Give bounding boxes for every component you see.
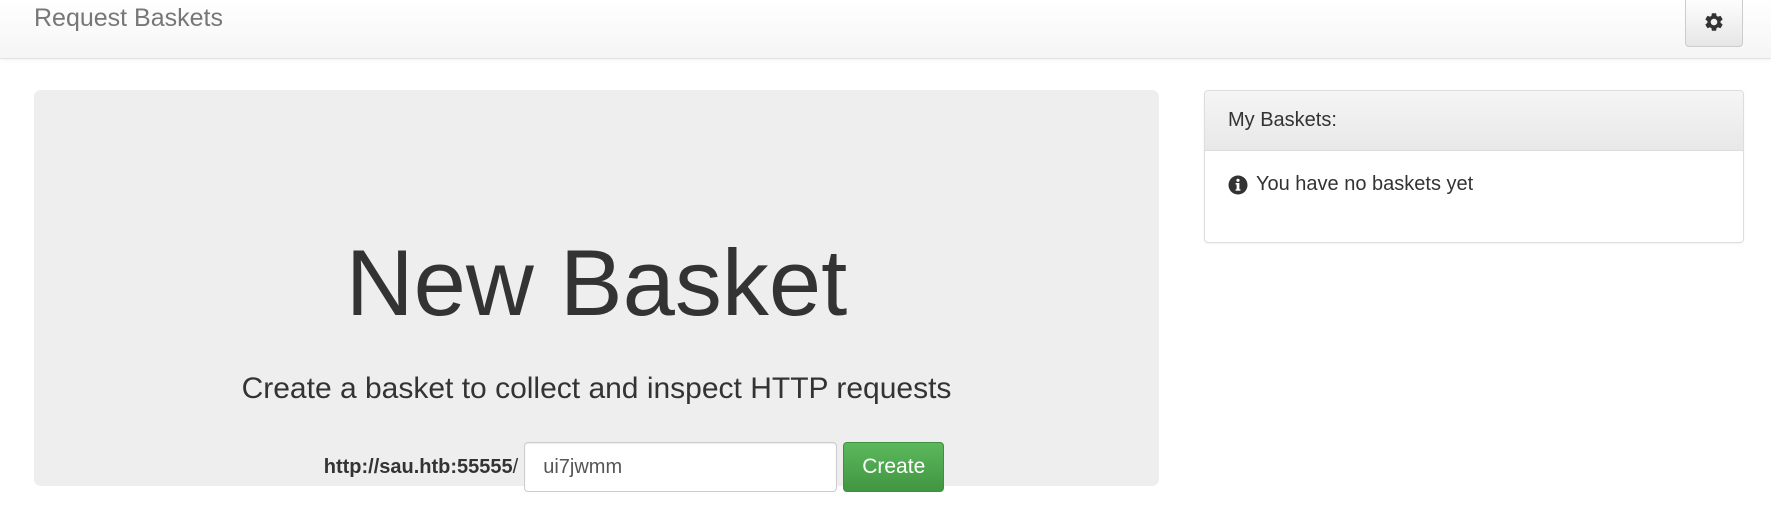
basket-url-prefix: http://sau.htb:55555/	[324, 456, 518, 479]
my-baskets-body: You have no baskets yet	[1205, 151, 1743, 218]
basket-name-input[interactable]	[524, 442, 838, 492]
page-subtitle: Create a basket to collect and inspect H…	[241, 372, 952, 405]
my-baskets-heading: My Baskets:	[1205, 91, 1743, 151]
create-button[interactable]: Create	[843, 442, 945, 492]
gear-icon	[1703, 11, 1725, 33]
navbar: Request Baskets	[0, 0, 1771, 59]
new-basket-jumbotron: New Basket Create a basket to collect an…	[34, 90, 1159, 492]
my-baskets-panel: My Baskets: You have no baskets yet	[1204, 90, 1744, 243]
info-circle-icon	[1228, 175, 1248, 195]
brand-link[interactable]: Request Baskets	[34, 4, 223, 33]
settings-button[interactable]	[1685, 0, 1743, 47]
basket-url-slash: /	[512, 455, 519, 478]
empty-baskets-message: You have no baskets yet	[1256, 173, 1474, 195]
create-basket-form: http://sau.htb:55555/ Create	[34, 442, 1159, 492]
page-title: New Basket	[345, 230, 848, 335]
basket-url-host: http://sau.htb:55555	[323, 455, 513, 478]
